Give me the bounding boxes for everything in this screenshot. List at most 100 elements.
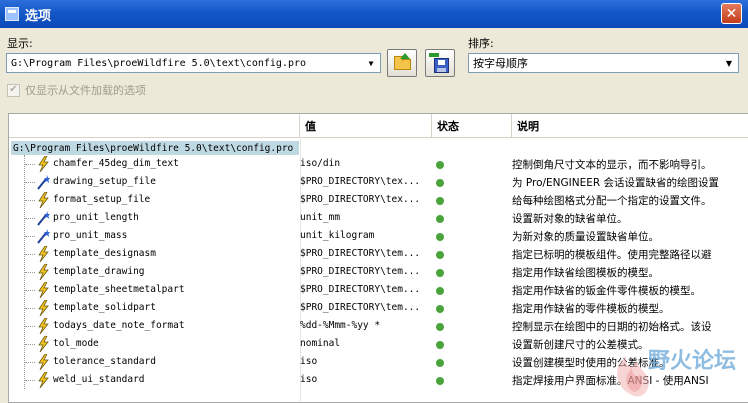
- option-description: 设置新创建尺寸的公差模式。: [512, 339, 649, 351]
- option-value[interactable]: $PRO_DIRECTORY\tem...: [300, 302, 424, 313]
- option-name: template_designasm: [53, 248, 156, 259]
- option-row[interactable]: tol_mode nominal 设置新创建尺寸的公差模式。: [9, 335, 748, 353]
- sort-select[interactable]: 按字母顺序 ▼: [468, 53, 739, 73]
- window-title: 选项: [25, 8, 52, 24]
- tree-root-node[interactable]: G:\Program Files\proeWildfire 5.0\text\c…: [11, 141, 299, 155]
- option-description: 指定用作缺省绘图模板的模型。: [512, 267, 659, 279]
- chevron-down-icon[interactable]: ▼: [721, 55, 737, 71]
- status-dot-icon: [436, 377, 444, 385]
- option-description: 为新对象的质量设置缺省单位。: [512, 231, 659, 243]
- option-value[interactable]: $PRO_DIRECTORY\tex...: [300, 176, 424, 187]
- lightning-icon: [36, 263, 50, 281]
- show-loaded-only-option[interactable]: ✔ 仅显示从文件加载的选项: [7, 82, 146, 98]
- option-name: todays_date_note_format: [53, 320, 185, 331]
- status-dot-icon: [436, 233, 444, 241]
- display-label: 显示:: [7, 37, 33, 50]
- option-row[interactable]: tolerance_standard iso 设置创建模型时使用的公差标准。: [9, 353, 748, 371]
- save-file-button[interactable]: [425, 49, 455, 77]
- option-row[interactable]: template_solidpart $PRO_DIRECTORY\tem... 指…: [9, 299, 748, 317]
- column-header-status[interactable]: 状态: [432, 114, 512, 138]
- lightning-icon: [36, 155, 50, 173]
- open-file-button[interactable]: [387, 49, 417, 77]
- magic-wand-icon: [36, 228, 50, 244]
- option-value[interactable]: iso/din: [300, 158, 424, 169]
- column-header-name[interactable]: [9, 114, 300, 138]
- option-description: 指定焊接用户界面标准。ANSI - 使用ANSI: [512, 375, 709, 387]
- status-dot-icon: [436, 359, 444, 367]
- status-dot-icon: [436, 251, 444, 259]
- option-name: tolerance_standard: [53, 356, 156, 367]
- title-bar: 选项 ✕: [0, 0, 748, 28]
- option-row[interactable]: todays_date_note_format %dd-%Mmm-%yy * 控制显…: [9, 317, 748, 335]
- status-dot-icon: [436, 287, 444, 295]
- option-row[interactable]: template_drawing $PRO_DIRECTORY\tem... 指定用…: [9, 263, 748, 281]
- option-row[interactable]: template_sheetmetalpart $PRO_DIRECTORY\te…: [9, 281, 748, 299]
- option-value[interactable]: unit_kilogram: [300, 230, 424, 241]
- column-header-description[interactable]: 说明: [512, 114, 748, 138]
- option-description: 控制显示在绘图中的日期的初始格式。该设: [512, 321, 712, 333]
- option-value[interactable]: %dd-%Mmm-%yy *: [300, 320, 424, 331]
- option-name: weld_ui_standard: [53, 374, 145, 385]
- magic-wand-icon: [36, 210, 50, 226]
- close-button[interactable]: ✕: [721, 3, 742, 24]
- lightning-icon: [36, 191, 50, 209]
- option-value[interactable]: iso: [300, 356, 424, 367]
- option-name: pro_unit_length: [53, 212, 139, 223]
- tree-branch-line: [25, 344, 35, 345]
- display-path-select[interactable]: G:\Program Files\proeWildfire 5.0\text\c…: [6, 53, 381, 73]
- option-description: 设置新对象的缺省单位。: [512, 213, 628, 225]
- lightning-icon: [36, 353, 50, 371]
- option-name: template_drawing: [53, 266, 145, 277]
- option-value[interactable]: iso: [300, 374, 424, 385]
- show-loaded-checkbox[interactable]: ✔: [7, 83, 20, 97]
- column-header-value[interactable]: 值: [300, 114, 432, 138]
- option-row[interactable]: format_setup_file $PRO_DIRECTORY\tex... 给每…: [9, 191, 748, 209]
- option-value[interactable]: nominal: [300, 338, 424, 349]
- status-dot-icon: [436, 179, 444, 187]
- option-description: 指定用作缺省的零件模板的模型。: [512, 303, 670, 315]
- tree-branch-line: [25, 362, 35, 363]
- option-description: 设置创建模型时使用的公差标准。: [512, 357, 670, 369]
- option-value[interactable]: $PRO_DIRECTORY\tex...: [300, 194, 424, 205]
- tree-branch-line: [25, 164, 35, 165]
- option-name: template_solidpart: [53, 302, 156, 313]
- option-value[interactable]: $PRO_DIRECTORY\tem...: [300, 266, 424, 277]
- lightning-icon: [36, 335, 50, 353]
- display-path-value: G:\Program Files\proeWildfire 5.0\text\c…: [11, 57, 307, 69]
- sort-value: 按字母顺序: [473, 57, 528, 70]
- tree-branch-line: [25, 236, 35, 237]
- option-value[interactable]: $PRO_DIRECTORY\tem...: [300, 284, 424, 295]
- chevron-down-icon[interactable]: ▼: [363, 55, 379, 71]
- option-value[interactable]: $PRO_DIRECTORY\tem...: [300, 248, 424, 259]
- tree-branch-line: [25, 290, 35, 291]
- option-row[interactable]: drawing_setup_file $PRO_DIRECTORY\tex... 为…: [9, 173, 748, 191]
- tree-branch-line: [25, 326, 35, 327]
- lightning-icon: [36, 281, 50, 299]
- status-dot-icon: [436, 341, 444, 349]
- tree-branch-line: [25, 182, 35, 183]
- option-row[interactable]: chamfer_45deg_dim_text iso/din 控制倒角尺寸文本的显示…: [9, 155, 748, 173]
- option-name: format_setup_file: [53, 194, 151, 205]
- status-dot-icon: [436, 305, 444, 313]
- tree-branch-line: [25, 218, 35, 219]
- app-icon: [5, 7, 19, 21]
- status-dot-icon: [436, 323, 444, 331]
- option-value[interactable]: unit_mm: [300, 212, 424, 223]
- option-row[interactable]: template_designasm $PRO_DIRECTORY\tem... 指…: [9, 245, 748, 263]
- tree-branch-line: [25, 254, 35, 255]
- option-name: drawing_setup_file: [53, 176, 156, 187]
- tree-branch-line: [25, 380, 35, 381]
- option-name: pro_unit_mass: [53, 230, 128, 241]
- option-description: 为 Pro/ENGINEER 会话设置缺省的绘图设置: [512, 177, 720, 189]
- option-row[interactable]: pro_unit_mass unit_kilogram 为新对象的质量设置缺省单位。: [9, 227, 748, 245]
- show-loaded-label: 仅显示从文件加载的选项: [25, 84, 146, 97]
- lightning-icon: [36, 299, 50, 317]
- option-row[interactable]: pro_unit_length unit_mm 设置新对象的缺省单位。: [9, 209, 748, 227]
- status-dot-icon: [436, 215, 444, 223]
- options-tree[interactable]: 值 状态 说明 G:\Program Files\proeWildfire 5.…: [8, 113, 748, 403]
- option-row[interactable]: weld_ui_standard iso 指定焊接用户界面标准。ANSI - 使用A…: [9, 371, 748, 389]
- option-description: 给每种绘图格式分配一个指定的设置文件。: [512, 195, 712, 207]
- status-dot-icon: [436, 161, 444, 169]
- option-description: 控制倒角尺寸文本的显示，而不影响导引。: [512, 159, 712, 171]
- option-name: chamfer_45deg_dim_text: [53, 158, 179, 169]
